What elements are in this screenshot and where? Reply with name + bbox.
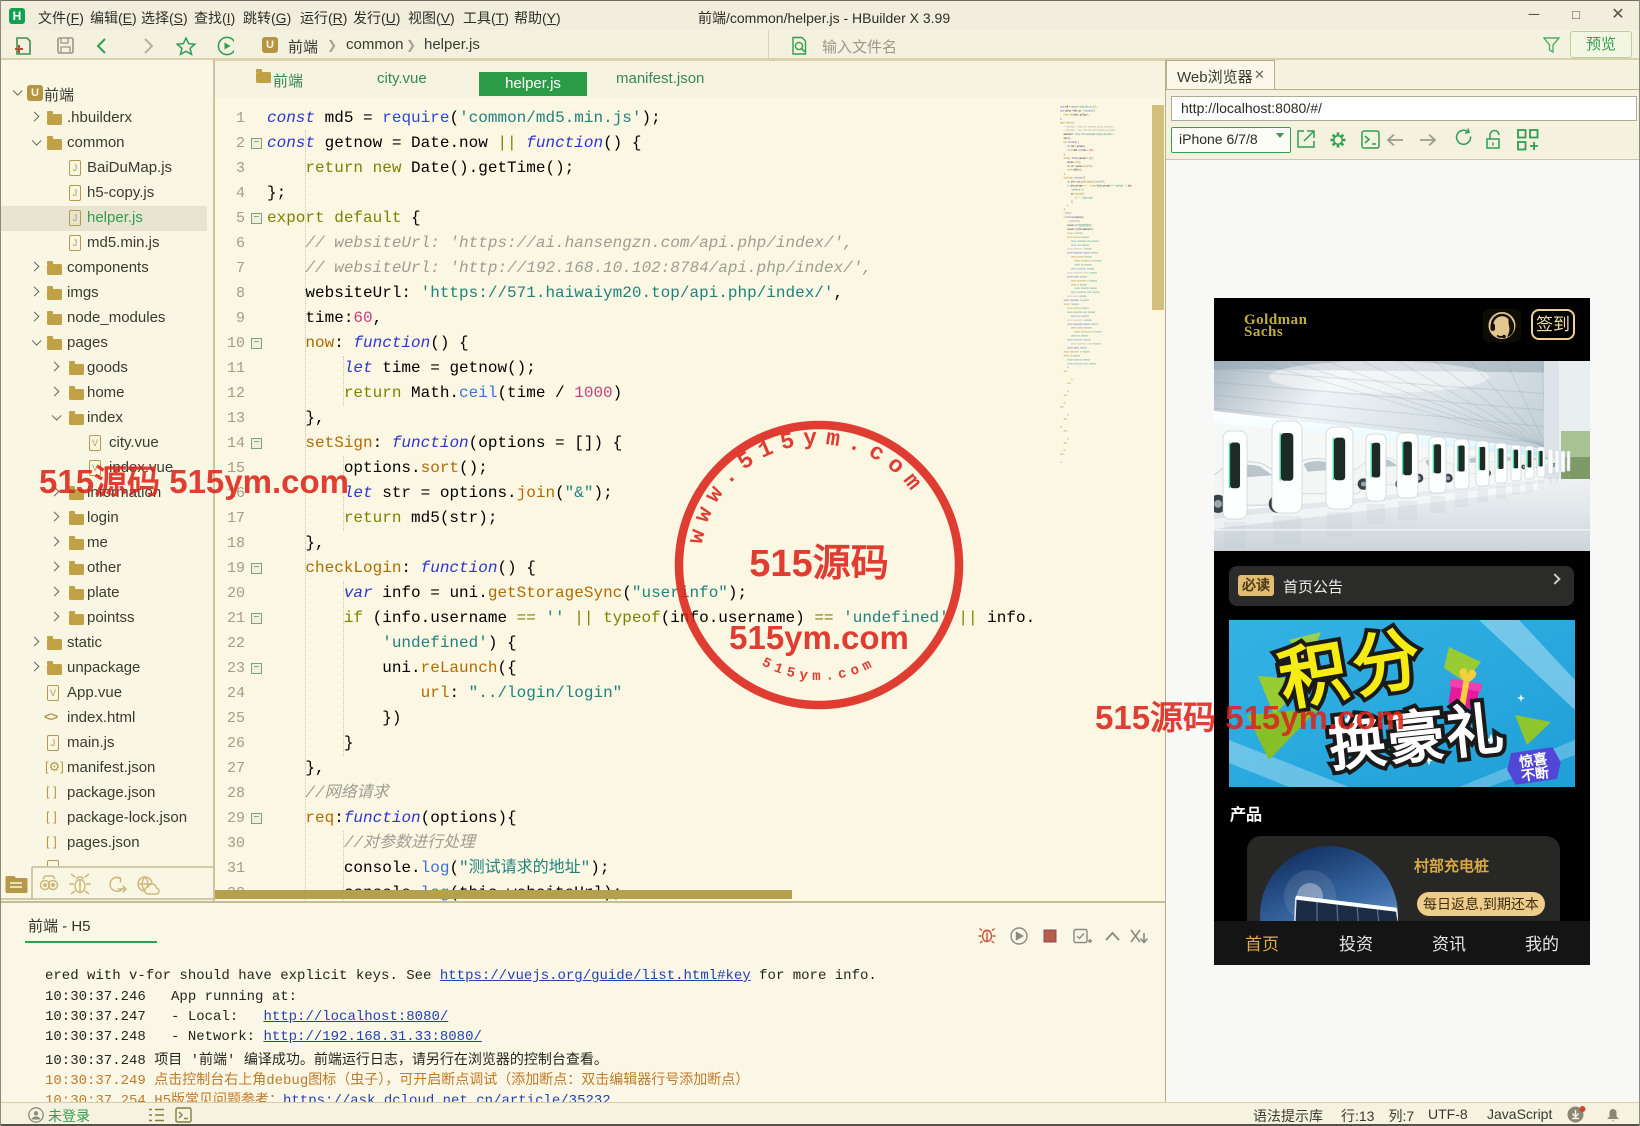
svg-text:515源码: 515源码 xyxy=(749,543,888,585)
svg-text:515ym.com: 515ym.com xyxy=(759,655,879,685)
svg-text:515ym.com: 515ym.com xyxy=(729,619,909,656)
